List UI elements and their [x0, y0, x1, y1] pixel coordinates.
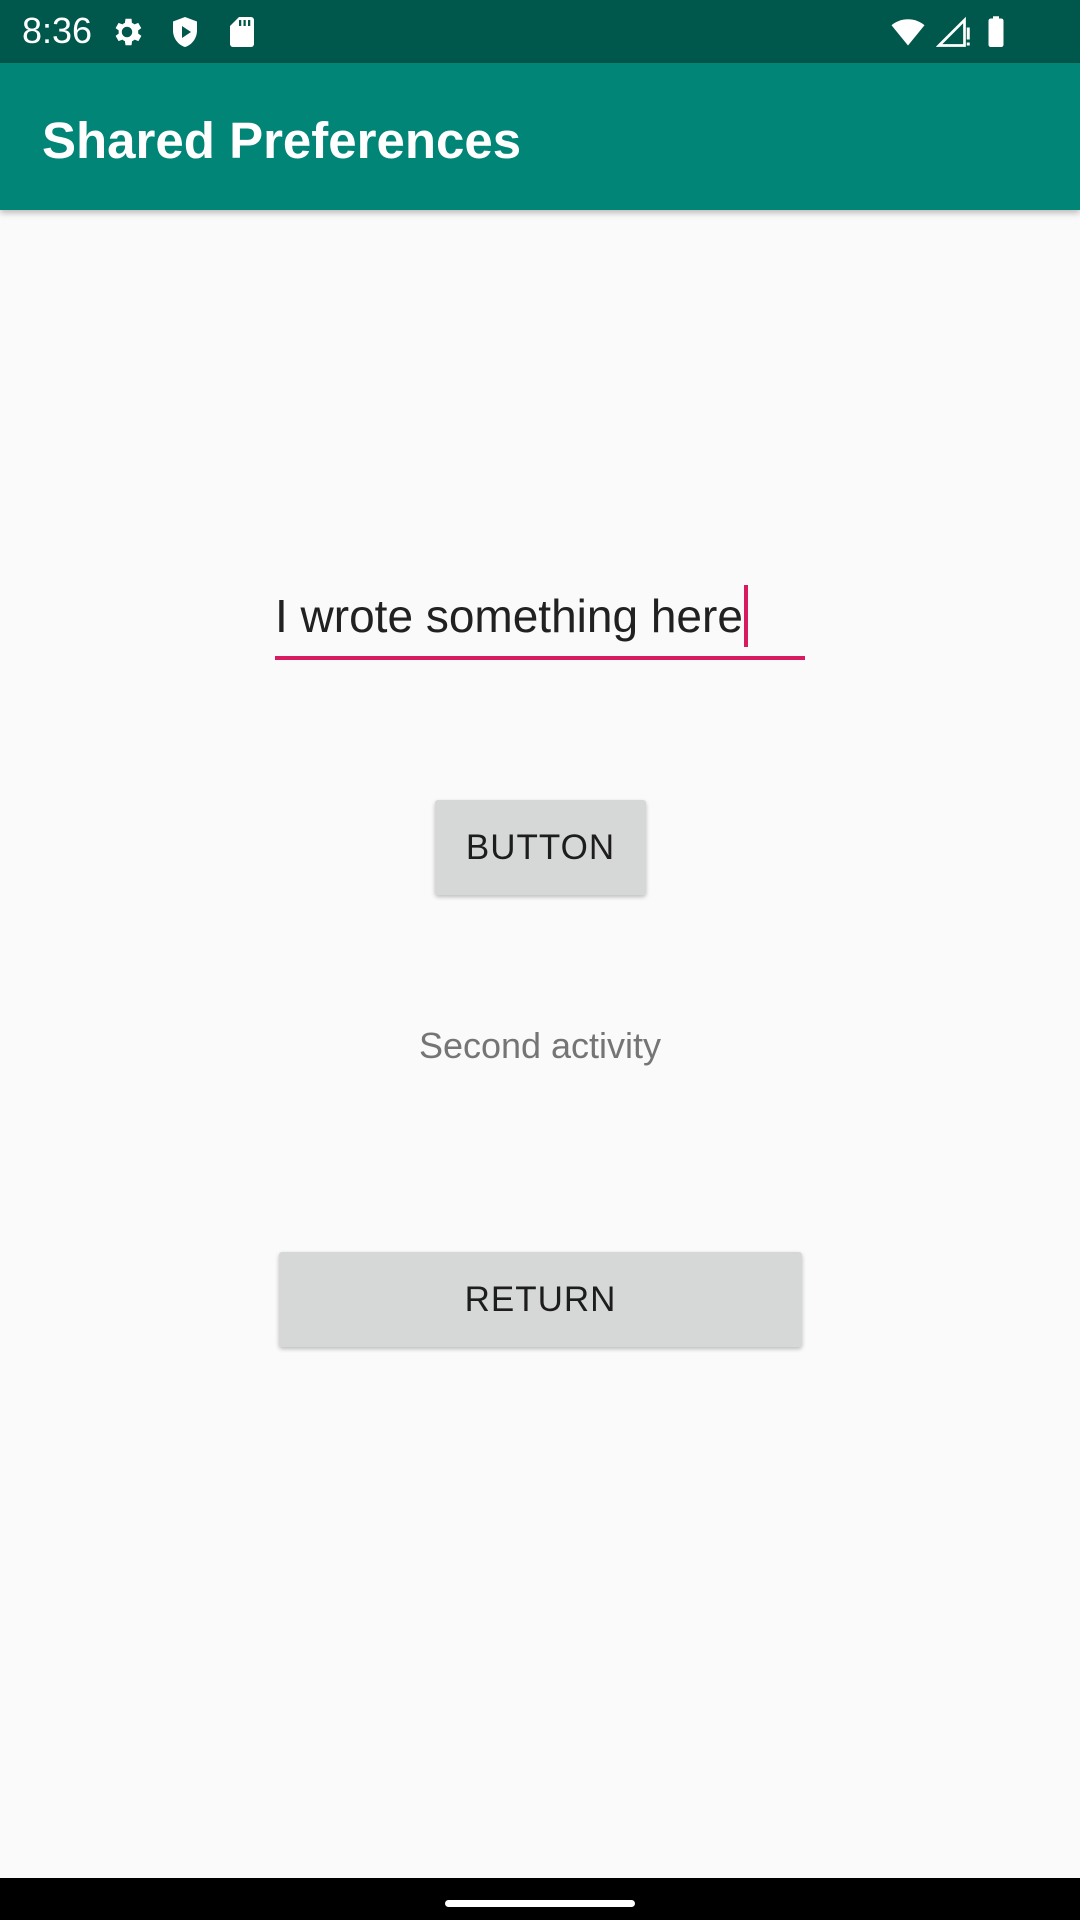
settings-icon	[115, 18, 142, 46]
home-gesture-handle[interactable]	[445, 1900, 635, 1907]
return-button[interactable]: RETURN	[279, 1252, 802, 1347]
text-input-field[interactable]: I wrote something here	[275, 578, 805, 660]
play-protect-icon	[173, 17, 197, 47]
text-input-content[interactable]: I wrote something here	[275, 584, 748, 647]
sd-card-icon	[230, 17, 254, 47]
status-bar: 8:36	[0, 0, 1080, 63]
status-time: 8:36	[22, 10, 93, 51]
main-button[interactable]: BUTTON	[435, 800, 646, 895]
app-title: Shared Preferences	[42, 112, 522, 169]
navigation-bar	[0, 1878, 1080, 1920]
wifi-icon	[891, 19, 925, 46]
signal-icon	[936, 16, 970, 47]
text-input-value: I wrote something here	[275, 590, 743, 642]
second-activity-label: Second activity	[418, 1025, 662, 1066]
battery-icon	[988, 16, 1004, 47]
text-cursor	[743, 584, 748, 647]
app-bar: Shared Preferences	[0, 63, 1080, 210]
